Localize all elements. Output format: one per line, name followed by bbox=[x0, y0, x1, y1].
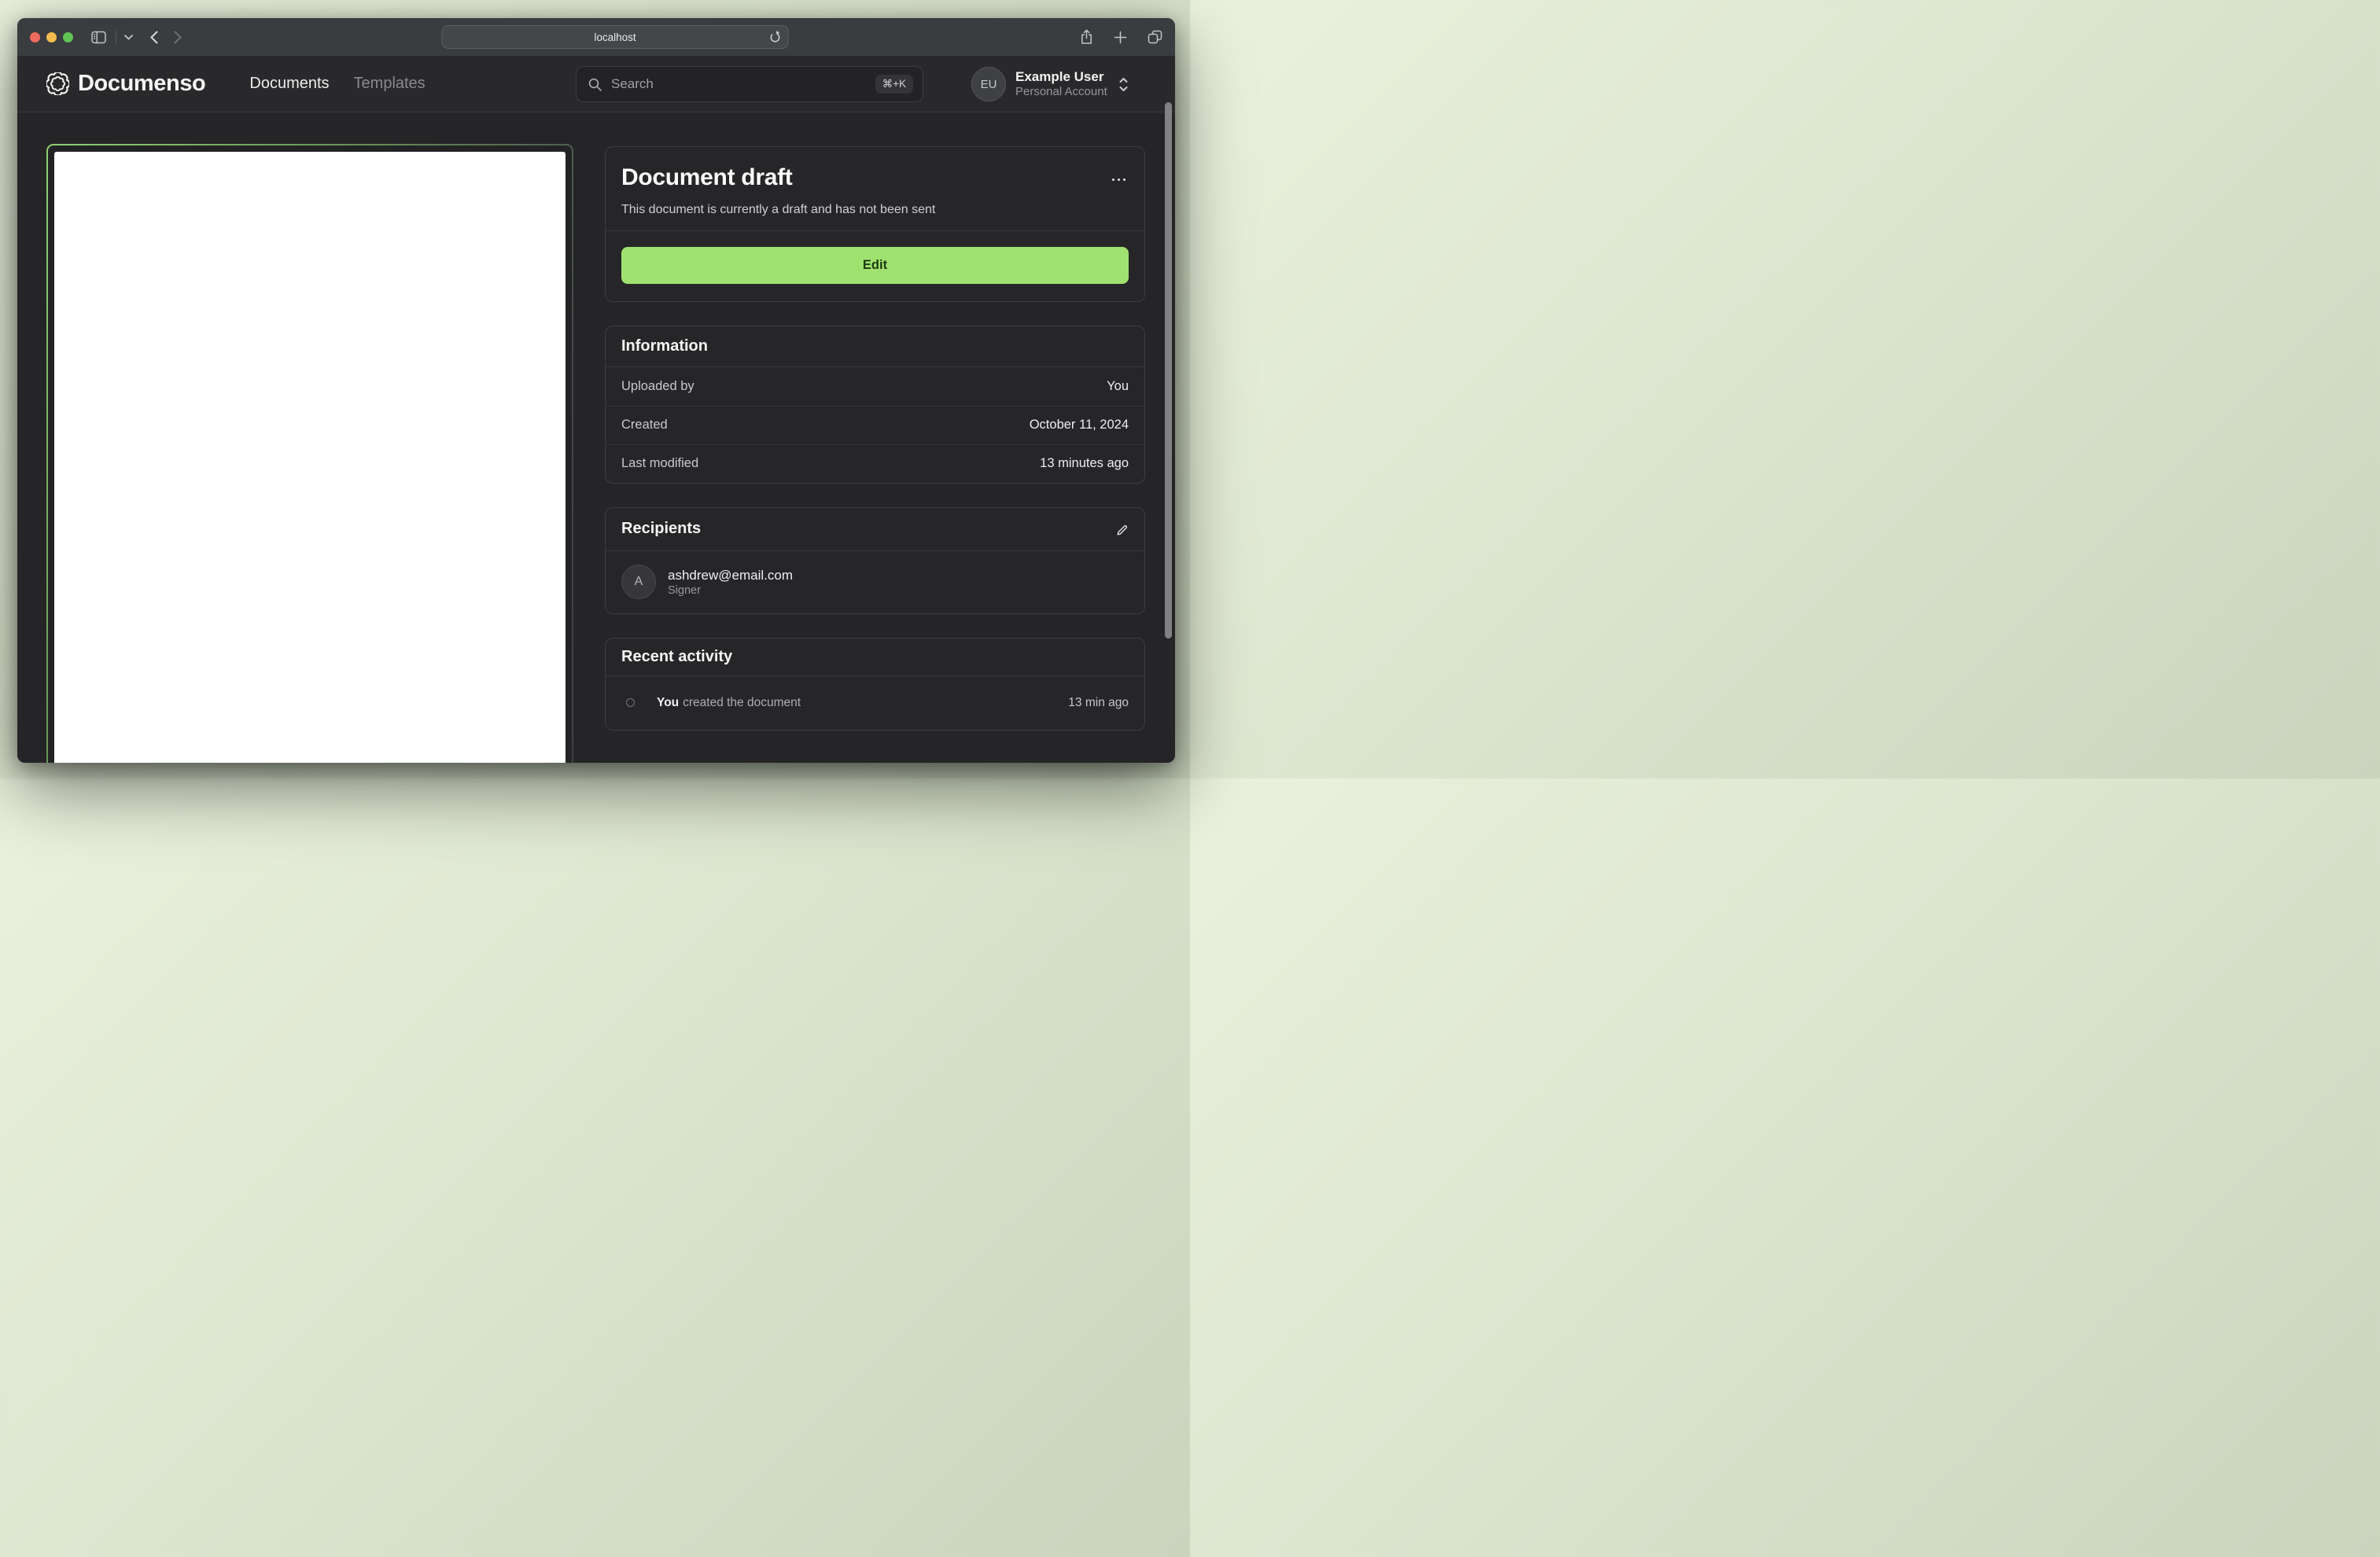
info-row-created: Created October 11, 2024 bbox=[606, 405, 1144, 444]
activity-text: You created the document bbox=[657, 696, 801, 710]
edit-recipients-pencil-icon[interactable] bbox=[1115, 524, 1129, 537]
browser-toolbar: localhost bbox=[17, 18, 1175, 56]
documenso-logo-icon bbox=[46, 72, 69, 95]
search-shortcut-badge: ⌘+K bbox=[875, 75, 913, 94]
toolbar-right-group bbox=[1080, 18, 1162, 56]
recipient-text: ashdrew@email.com Signer bbox=[668, 567, 793, 597]
info-row-last-modified: Last modified 13 minutes ago bbox=[606, 444, 1144, 483]
user-avatar: EU bbox=[971, 67, 1006, 101]
share-icon[interactable] bbox=[1080, 29, 1093, 45]
info-label: Created bbox=[621, 418, 668, 432]
recent-activity-title: Recent activity bbox=[606, 639, 1144, 676]
activity-row: You created the document 13 min ago bbox=[606, 676, 1144, 730]
nav-item-templates[interactable]: Templates bbox=[354, 75, 426, 93]
chevron-selector-icon bbox=[1118, 76, 1129, 93]
minimize-window-button[interactable] bbox=[46, 31, 57, 42]
recipients-title: Recipients bbox=[606, 508, 1144, 551]
new-tab-icon[interactable] bbox=[1114, 31, 1127, 44]
activity-ring-icon bbox=[626, 698, 635, 707]
activity-actor: You bbox=[657, 695, 680, 709]
info-value: October 11, 2024 bbox=[1029, 418, 1129, 432]
search-input[interactable]: Search ⌘+K bbox=[576, 66, 923, 102]
recipient-email: ashdrew@email.com bbox=[668, 567, 793, 583]
vertical-scrollbar[interactable] bbox=[1164, 102, 1172, 639]
document-sidebar: Document draft This document is currentl… bbox=[605, 145, 1145, 731]
reload-icon[interactable] bbox=[768, 30, 783, 44]
back-icon[interactable] bbox=[150, 31, 158, 44]
brand-name: Documenso bbox=[78, 71, 206, 96]
close-window-button[interactable] bbox=[30, 31, 40, 42]
user-account-type: Personal Account bbox=[1015, 85, 1107, 99]
account-menu[interactable]: EU Example User Personal Account bbox=[971, 67, 1129, 101]
info-row-uploaded-by: Uploaded by You bbox=[606, 367, 1144, 406]
address-bar-url: localhost bbox=[594, 31, 636, 43]
browser-window: localhost Documenso Documents Templates … bbox=[17, 18, 1175, 763]
activity-time: 13 min ago bbox=[1068, 695, 1129, 709]
document-preview-frame bbox=[46, 144, 573, 763]
edit-button[interactable]: Edit bbox=[621, 246, 1129, 284]
user-text: Example User Personal Account bbox=[1015, 68, 1107, 100]
recent-activity-card: Recent activity You created the document … bbox=[605, 637, 1145, 731]
main-nav: Documents Templates bbox=[249, 75, 425, 93]
info-label: Last modified bbox=[621, 456, 699, 470]
zoom-window-button[interactable] bbox=[63, 31, 73, 42]
recipient-row: A ashdrew@email.com Signer bbox=[606, 551, 1144, 613]
window-controls bbox=[30, 31, 73, 42]
document-preview-inner bbox=[48, 145, 572, 763]
forward-icon[interactable] bbox=[174, 31, 182, 44]
info-value: 13 minutes ago bbox=[1040, 456, 1129, 470]
search-placeholder: Search bbox=[611, 76, 654, 91]
info-value: You bbox=[1107, 378, 1129, 393]
document-status-card: Document draft This document is currentl… bbox=[605, 145, 1145, 302]
recipients-card: Recipients A ashdrew@email.com Signer bbox=[605, 506, 1145, 614]
nav-item-documents[interactable]: Documents bbox=[249, 75, 329, 93]
more-options-icon[interactable] bbox=[1111, 178, 1126, 181]
search-icon bbox=[588, 77, 602, 92]
info-label: Uploaded by bbox=[621, 378, 694, 393]
recipient-role: Signer bbox=[668, 584, 701, 598]
document-status-subtitle: This document is currently a draft and h… bbox=[621, 202, 936, 216]
recipient-avatar: A bbox=[621, 565, 656, 599]
sidebar-chevron-down-icon[interactable] bbox=[124, 34, 133, 40]
information-title: Information bbox=[606, 326, 1144, 367]
brand[interactable]: Documenso bbox=[46, 71, 206, 97]
app-header: Documenso Documents Templates Search ⌘+K… bbox=[17, 56, 1175, 112]
information-card: Information Uploaded by You Created Octo… bbox=[605, 325, 1145, 484]
card-divider bbox=[606, 230, 1144, 231]
address-bar[interactable]: localhost bbox=[441, 25, 789, 49]
document-status-title: Document draft bbox=[621, 164, 793, 190]
page-content: Document draft This document is currentl… bbox=[17, 113, 1175, 763]
user-name: Example User bbox=[1015, 69, 1104, 84]
desktop: { "browser": { "url": "localhost" }, "he… bbox=[0, 0, 1190, 778]
sidebar-toggle-icon[interactable] bbox=[91, 31, 106, 44]
document-page[interactable] bbox=[54, 152, 566, 763]
tab-overview-icon[interactable] bbox=[1148, 30, 1162, 44]
activity-action: created the document bbox=[683, 695, 801, 709]
